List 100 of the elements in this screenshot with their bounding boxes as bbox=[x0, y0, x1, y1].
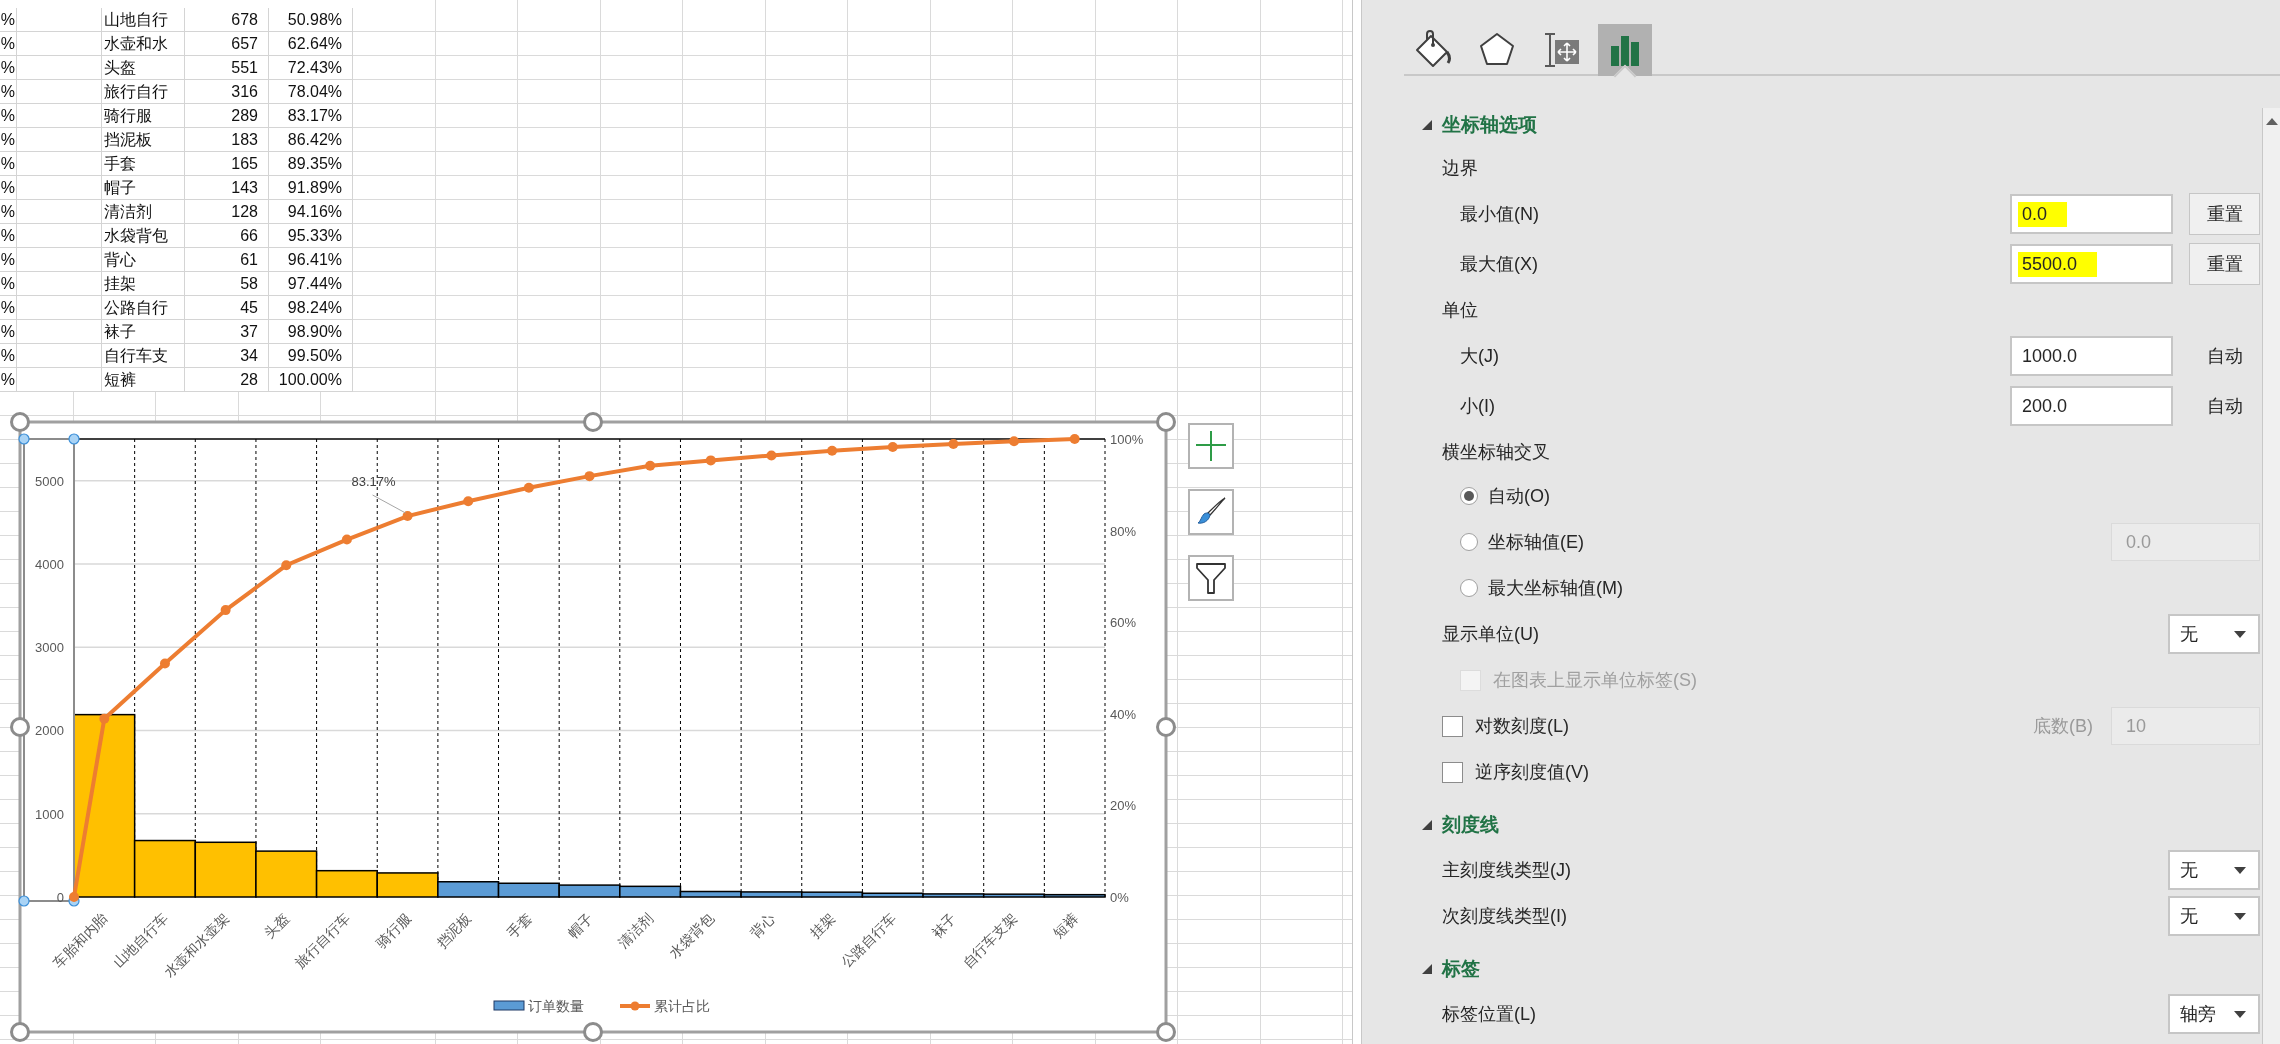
category-label: 公路自行车 bbox=[838, 909, 899, 971]
selection-handle[interactable] bbox=[18, 433, 30, 445]
table-cell: % bbox=[0, 8, 17, 32]
resize-handle[interactable] bbox=[1156, 1022, 1176, 1042]
axis-options-tab[interactable] bbox=[1598, 24, 1652, 76]
dropdown[interactable]: 无 bbox=[2168, 896, 2260, 936]
category-label: 水袋背包 bbox=[666, 909, 717, 961]
selection-handle[interactable] bbox=[18, 895, 30, 907]
field-label: 小(I) bbox=[1460, 395, 1496, 418]
table-cell: 100.00% bbox=[269, 368, 353, 392]
table-cell: 94.16% bbox=[269, 200, 353, 224]
selection-handle[interactable] bbox=[68, 433, 80, 445]
table-cell: 背心 bbox=[102, 248, 185, 272]
category-label: 头盔 bbox=[261, 909, 293, 941]
axis-label: 40% bbox=[1110, 706, 1137, 722]
caret-icon bbox=[2234, 630, 2246, 638]
point bbox=[948, 439, 959, 450]
dropdown[interactable]: 轴旁 bbox=[2168, 994, 2260, 1034]
field-label: 大(J) bbox=[1460, 345, 1500, 368]
radio-button[interactable] bbox=[1460, 487, 1478, 505]
table-cell: % bbox=[0, 320, 17, 344]
chart-filter-button[interactable] bbox=[1188, 555, 1234, 601]
category-label: 挡泥板 bbox=[433, 909, 475, 951]
section-heading[interactable]: 刻度线 bbox=[1442, 812, 1499, 838]
point bbox=[402, 511, 413, 522]
scroll-up-arrow-icon[interactable] bbox=[2265, 118, 2278, 125]
table-cell: % bbox=[0, 368, 17, 392]
table-cell: 143 bbox=[185, 176, 269, 200]
add-element-button[interactable] bbox=[1188, 423, 1234, 469]
checkbox-label[interactable]: 逆序刻度值(V) bbox=[1475, 760, 2260, 784]
leader-line bbox=[372, 494, 407, 514]
point bbox=[1069, 434, 1080, 444]
reset-button[interactable]: 重置 bbox=[2189, 193, 2260, 235]
table-cell: 98.24% bbox=[269, 296, 353, 320]
chart-styles-button[interactable] bbox=[1188, 489, 1234, 535]
plus-icon bbox=[1196, 430, 1226, 462]
expand-triangle-icon[interactable] bbox=[1422, 964, 1432, 974]
section-heading[interactable]: 坐标轴选项 bbox=[1442, 112, 1537, 138]
scrollbar[interactable] bbox=[2262, 108, 2280, 1044]
reset-button[interactable]: 重置 bbox=[2189, 243, 2260, 285]
resize-handle[interactable] bbox=[1156, 717, 1176, 737]
table-cell: 72.43% bbox=[269, 56, 353, 80]
category-label: 旅行自行车 bbox=[292, 909, 354, 971]
auto-label: 自动 bbox=[2205, 345, 2244, 368]
number-field[interactable]: 5500.0 bbox=[2010, 244, 2173, 284]
table-cell: 短裤 bbox=[102, 368, 185, 392]
dropdown[interactable]: 无 bbox=[2168, 850, 2260, 890]
point bbox=[341, 534, 352, 545]
point bbox=[827, 445, 838, 456]
paint-bucket-icon bbox=[1413, 30, 1453, 70]
expand-triangle-icon[interactable] bbox=[1422, 820, 1432, 830]
resize-handle[interactable] bbox=[583, 1022, 603, 1042]
resize-handle[interactable] bbox=[10, 1022, 30, 1042]
table-cell: % bbox=[0, 32, 17, 56]
radio-label[interactable]: 自动(O) bbox=[1488, 484, 2260, 508]
resize-handle[interactable] bbox=[10, 717, 30, 737]
table-cell: 86.42% bbox=[269, 128, 353, 152]
selection-frame[interactable] bbox=[23, 438, 75, 902]
number-field[interactable]: 1000.0 bbox=[2010, 336, 2173, 376]
axis-label: 5000 bbox=[35, 473, 64, 489]
radio-button[interactable] bbox=[1460, 533, 1478, 551]
table-cell: 551 bbox=[185, 56, 269, 80]
expand-triangle-icon[interactable] bbox=[1422, 120, 1432, 130]
table-cell: % bbox=[0, 80, 17, 104]
table-cell: 骑行服 bbox=[102, 104, 185, 128]
table-cell: 78.04% bbox=[269, 80, 353, 104]
radio-label[interactable]: 最大坐标轴值(M) bbox=[1488, 576, 2260, 600]
radio-label[interactable]: 坐标轴值(E) bbox=[1488, 530, 2111, 554]
resize-handle[interactable] bbox=[1156, 412, 1176, 432]
point bbox=[281, 560, 292, 571]
resize-handle[interactable] bbox=[583, 412, 603, 432]
table-cell: 62.64% bbox=[269, 32, 353, 56]
section-heading[interactable]: 标签 bbox=[1442, 956, 1480, 982]
axis-label: 20% bbox=[1110, 798, 1137, 814]
field-label: 次刻度线类型(I) bbox=[1442, 905, 1568, 928]
category-label: 手套 bbox=[503, 909, 535, 941]
category-label: 背心 bbox=[746, 909, 778, 941]
checkbox[interactable] bbox=[1442, 715, 1463, 737]
category-label: 帽子 bbox=[564, 909, 596, 941]
checkbox-label[interactable]: 对数刻度(L) bbox=[1475, 714, 2033, 738]
axis-label: 100% bbox=[1110, 432, 1144, 447]
table-cell: % bbox=[0, 224, 17, 248]
axis-label: 0% bbox=[1110, 890, 1129, 905]
legend-label: 累计占比 bbox=[654, 998, 710, 1014]
point bbox=[584, 471, 595, 482]
chart-area[interactable] bbox=[18, 420, 1168, 1034]
category-label: 清洁剂 bbox=[615, 909, 657, 951]
table-cell: % bbox=[0, 272, 17, 296]
number-field[interactable]: 0.0 bbox=[2010, 194, 2173, 234]
point bbox=[463, 496, 474, 507]
number-field[interactable]: 200.0 bbox=[2010, 386, 2173, 426]
group-label: 边界 bbox=[1442, 157, 1479, 180]
caret-icon bbox=[2234, 912, 2246, 920]
table-cell: 91.89% bbox=[269, 176, 353, 200]
group-label: 单位 bbox=[1442, 299, 1479, 322]
radio-button[interactable] bbox=[1460, 579, 1478, 597]
checkbox[interactable] bbox=[1442, 761, 1463, 783]
resize-handle[interactable] bbox=[10, 412, 30, 432]
table-cell: 37 bbox=[185, 320, 269, 344]
dropdown[interactable]: 无 bbox=[2168, 614, 2260, 654]
